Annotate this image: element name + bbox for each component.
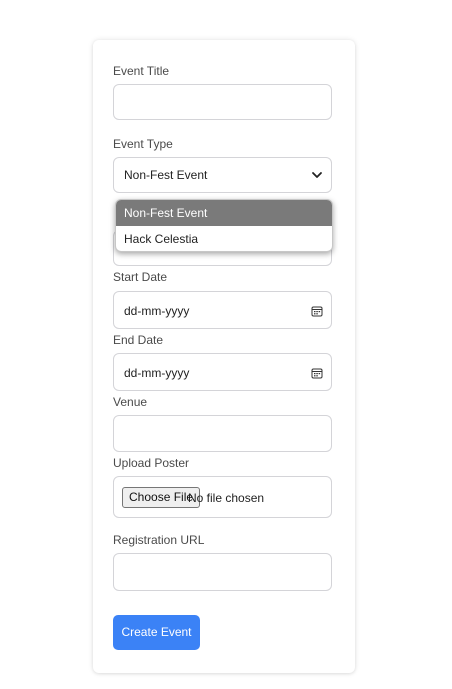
event-title-label: Event Title [113, 64, 170, 78]
create-event-button[interactable]: Create Event [113, 615, 200, 650]
file-status-text: No file chosen [188, 491, 265, 505]
registration-url-label: Registration URL [113, 533, 205, 547]
event-type-option-non-fest[interactable]: Non-Fest Event [116, 200, 332, 226]
event-type-selected-value: Non-Fest Event [124, 168, 208, 182]
upload-poster-label: Upload Poster [113, 456, 190, 470]
poster-file-input[interactable]: Choose File No file chosen [113, 476, 332, 518]
start-date-placeholder: dd-mm-yyyy [124, 304, 190, 318]
calendar-icon[interactable] [311, 367, 323, 379]
event-type-select[interactable]: Non-Fest Event [113, 157, 332, 193]
event-title-input[interactable] [113, 84, 332, 120]
venue-label: Venue [113, 395, 148, 409]
calendar-icon[interactable] [311, 305, 323, 317]
registration-url-input[interactable] [113, 553, 332, 591]
end-date-placeholder: dd-mm-yyyy [124, 366, 190, 380]
event-type-label: Event Type [113, 137, 173, 151]
event-type-option-hack-celestia[interactable]: Hack Celestia [116, 226, 332, 251]
event-type-dropdown: Non-Fest Event Hack Celestia [115, 199, 333, 252]
venue-input[interactable] [113, 415, 332, 452]
start-date-label: Start Date [113, 270, 168, 284]
end-date-input[interactable]: dd-mm-yyyy [113, 353, 332, 391]
end-date-label: End Date [113, 333, 164, 347]
chevron-down-icon [312, 172, 322, 178]
start-date-input[interactable]: dd-mm-yyyy [113, 291, 332, 329]
